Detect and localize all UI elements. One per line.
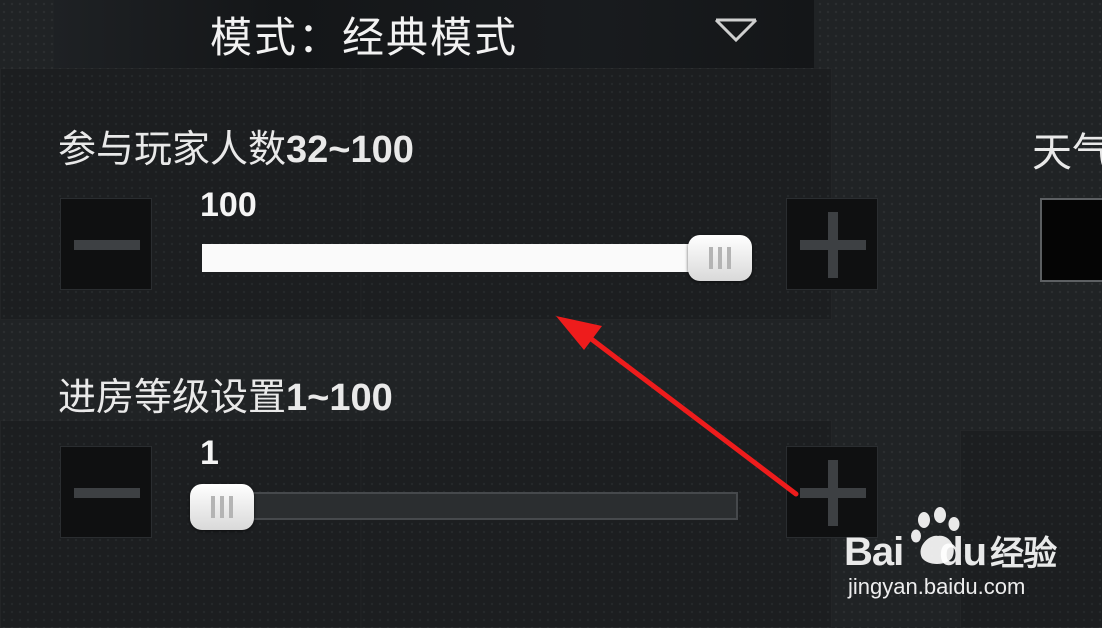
- watermark-brand-right: 经验: [990, 534, 1057, 574]
- baidu-jingyan-watermark: Bai du 经验 jingyan.baidu.com: [840, 506, 1090, 606]
- paw-icon: [911, 507, 960, 564]
- watermark-brand-left: Bai: [844, 530, 904, 574]
- watermark-url: jingyan.baidu.com: [848, 574, 1026, 599]
